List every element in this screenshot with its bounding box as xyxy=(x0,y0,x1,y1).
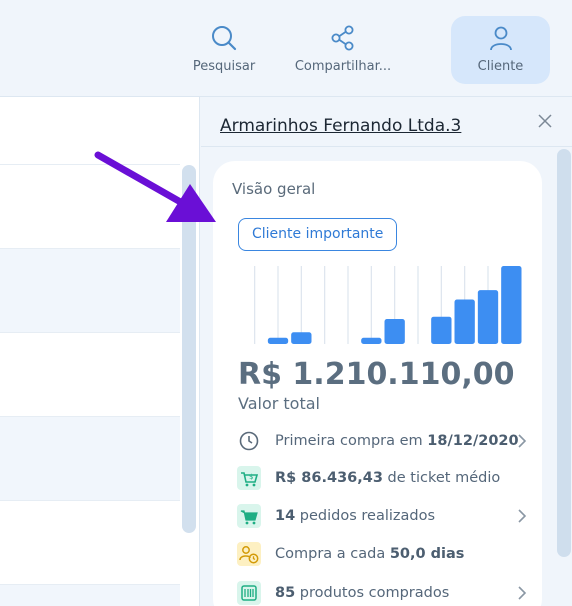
orders-suffix: pedidos realizados xyxy=(295,508,436,524)
barcode-icon xyxy=(237,581,261,605)
chevron-right-icon xyxy=(518,586,527,600)
ticket-suffix: de ticket médio xyxy=(382,470,501,486)
search-label: Pesquisar xyxy=(192,59,256,74)
panel-divider xyxy=(201,146,572,147)
list-item[interactable] xyxy=(0,585,180,606)
close-icon[interactable] xyxy=(537,113,553,129)
chart-bar xyxy=(267,337,289,344)
share-button[interactable]: Compartilhar... xyxy=(292,16,394,84)
client-detail-panel: Armarinhos Fernando Ltda.3 Visão geral C… xyxy=(201,97,572,606)
ticket-value: R$ 86.436,43 xyxy=(275,470,383,486)
first-purchase-date: 18/12/2020 xyxy=(427,433,519,449)
stat-products[interactable]: 85 produtos comprados xyxy=(237,578,527,606)
stat-purchase-frequency: Compra a cada 50,0 dias xyxy=(237,539,527,569)
cart-money-icon: $ xyxy=(237,466,261,490)
list-item[interactable] xyxy=(0,501,180,585)
chevron-right-icon xyxy=(518,434,527,448)
total-value-label: Valor total xyxy=(238,394,320,413)
chart-bar xyxy=(477,290,499,344)
purchase-history-chart xyxy=(254,266,522,344)
stat-average-ticket: $ R$ 86.436,43 de ticket médio xyxy=(237,463,527,493)
frequency-prefix: Compra a cada xyxy=(275,546,390,562)
annotation-arrow-icon xyxy=(94,151,216,222)
chart-bar xyxy=(454,299,475,344)
chart-bar xyxy=(384,319,405,344)
frequency-value: 50,0 dias xyxy=(389,546,465,562)
user-clock-icon xyxy=(237,542,261,566)
search-icon xyxy=(212,26,237,51)
list-item[interactable] xyxy=(0,417,180,501)
client-name-link[interactable]: Armarinhos Fernando Ltda.3 xyxy=(220,116,461,136)
list-item[interactable] xyxy=(0,249,180,333)
svg-text:$: $ xyxy=(249,473,253,481)
first-purchase-prefix: Primeira compra em xyxy=(275,433,428,449)
products-count: 85 xyxy=(275,585,296,601)
chart-bar xyxy=(431,316,452,344)
overview-card: Visão geral Cliente importante R$ 1.210.… xyxy=(213,161,542,606)
chevron-right-icon xyxy=(518,509,527,523)
important-client-badge[interactable]: Cliente importante xyxy=(238,218,398,251)
search-button[interactable]: Pesquisar xyxy=(188,16,260,84)
list-item[interactable] xyxy=(0,333,180,417)
panel-scrollbar[interactable] xyxy=(557,149,571,557)
share-label: Compartilhar... xyxy=(294,59,392,74)
chart-bar xyxy=(361,337,382,344)
user-icon xyxy=(489,26,512,51)
clock-icon xyxy=(237,429,261,453)
products-suffix: produtos comprados xyxy=(295,585,450,601)
stat-first-purchase[interactable]: Primeira compra em 18/12/2020 xyxy=(237,426,527,456)
share-icon xyxy=(331,25,354,51)
client-button[interactable]: Cliente xyxy=(451,16,550,84)
top-toolbar: Pesquisar Compartilhar... Cliente xyxy=(0,0,572,97)
chart-bar xyxy=(291,332,312,344)
chart-bar xyxy=(501,266,522,344)
overview-title: Visão geral xyxy=(232,180,316,198)
client-label: Cliente xyxy=(477,59,524,74)
total-value: R$ 1.210.110,00 xyxy=(238,357,515,392)
orders-count: 14 xyxy=(275,508,296,524)
stat-orders[interactable]: 14 pedidos realizados xyxy=(237,501,527,531)
cart-icon xyxy=(237,504,261,528)
